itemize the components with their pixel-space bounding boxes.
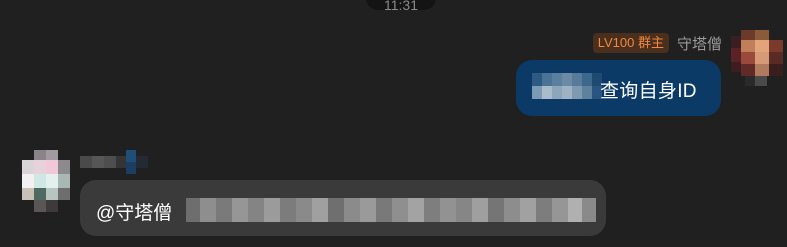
incoming-avatar-icon[interactable] xyxy=(18,150,74,214)
incoming-message-bubble[interactable]: @守塔僧 xyxy=(80,180,606,236)
outgoing-message-bubble[interactable]: 查询自身ID xyxy=(516,60,721,116)
timestamp-chip: 11:31 xyxy=(366,0,436,13)
incoming-sender-mosaic xyxy=(80,150,148,174)
outgoing-message-text: 查询自身ID xyxy=(600,81,697,102)
redacted-mosaic xyxy=(186,198,596,222)
sender-avatar-icon[interactable] xyxy=(731,30,785,90)
sender-name[interactable]: 守塔僧 xyxy=(677,33,722,54)
timestamp-text: 11:31 xyxy=(384,0,418,13)
mention-text[interactable]: @守塔僧 xyxy=(96,198,172,225)
group-owner-badge: LV100 群主 xyxy=(592,33,669,53)
outgoing-message-header: LV100 群主 守塔僧 xyxy=(592,31,722,55)
